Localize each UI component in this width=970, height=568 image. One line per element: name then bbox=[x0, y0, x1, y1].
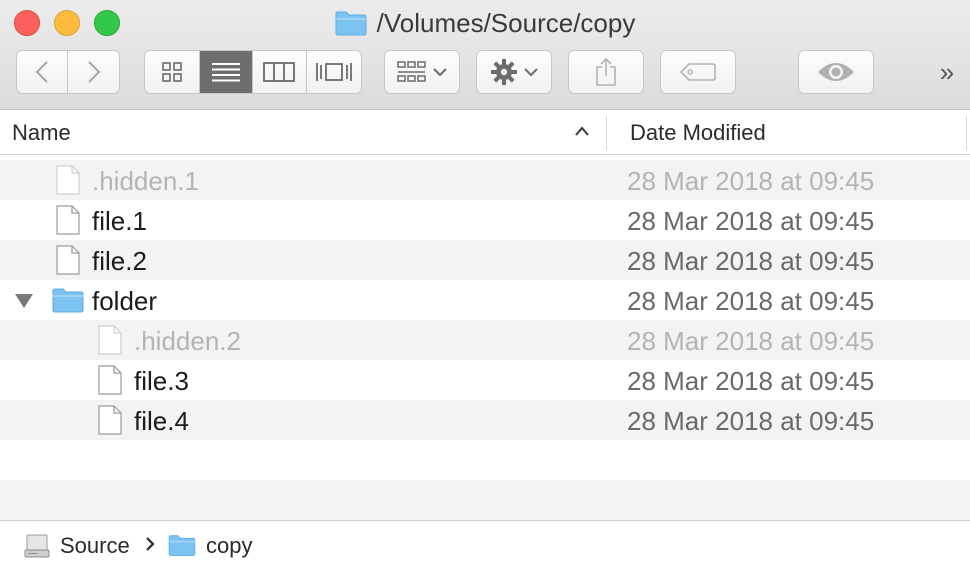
chevron-down-icon bbox=[524, 68, 538, 77]
empty-row bbox=[0, 480, 970, 520]
gear-icon bbox=[491, 59, 517, 85]
document-icon bbox=[98, 325, 122, 355]
file-date-modified: 28 Mar 2018 at 09:45 bbox=[627, 366, 875, 396]
document-icon bbox=[98, 405, 122, 435]
file-name: file.3 bbox=[134, 366, 189, 396]
file-name: file.2 bbox=[92, 246, 147, 276]
grid-icon bbox=[161, 62, 182, 82]
tag-icon bbox=[680, 63, 716, 81]
file-row[interactable]: .hidden.2 28 Mar 2018 at 09:45 bbox=[0, 320, 970, 360]
column-view-button[interactable] bbox=[253, 51, 307, 93]
date-modified-column-header[interactable]: Date Modified bbox=[630, 120, 766, 146]
file-date-modified: 28 Mar 2018 at 09:45 bbox=[627, 326, 875, 356]
file-name: .hidden.1 bbox=[92, 166, 199, 196]
document-icon bbox=[98, 365, 122, 395]
forward-button[interactable] bbox=[68, 51, 119, 93]
sort-ascending-icon bbox=[575, 126, 589, 136]
window-toolbar: /Volumes/Source/copy » bbox=[0, 0, 970, 110]
share-button[interactable] bbox=[568, 50, 644, 94]
document-icon bbox=[56, 245, 80, 275]
share-icon bbox=[596, 57, 616, 86]
window-title-bar: /Volumes/Source/copy bbox=[0, 6, 970, 40]
chevron-right-icon bbox=[87, 61, 100, 83]
action-button[interactable] bbox=[476, 50, 552, 94]
file-row[interactable]: file.1 28 Mar 2018 at 09:45 bbox=[0, 200, 970, 240]
file-row[interactable]: .hidden.1 28 Mar 2018 at 09:45 bbox=[0, 160, 970, 200]
file-date-modified: 28 Mar 2018 at 09:45 bbox=[627, 246, 875, 276]
path-item-label: Source bbox=[60, 533, 130, 558]
name-column-header[interactable]: Name bbox=[12, 120, 71, 146]
file-name: file.4 bbox=[134, 406, 189, 436]
path-item-label: copy bbox=[206, 533, 253, 558]
toolbar-overflow-button[interactable]: » bbox=[932, 57, 962, 87]
file-date-modified: 28 Mar 2018 at 09:45 bbox=[627, 166, 875, 196]
file-date-modified: 28 Mar 2018 at 09:45 bbox=[627, 286, 875, 316]
file-row[interactable]: file.3 28 Mar 2018 at 09:45 bbox=[0, 360, 970, 400]
folder-icon bbox=[335, 11, 367, 36]
column-divider[interactable] bbox=[966, 116, 967, 150]
folder-name: folder bbox=[92, 286, 158, 316]
chevron-right-icon bbox=[146, 537, 155, 551]
file-name: .hidden.2 bbox=[134, 326, 241, 356]
column-header: Name Date Modified bbox=[0, 110, 970, 155]
empty-row bbox=[0, 440, 970, 480]
list-view-button[interactable] bbox=[199, 51, 253, 93]
file-list: .hidden.1 28 Mar 2018 at 09:45 file.1 28… bbox=[0, 160, 970, 440]
drive-icon bbox=[24, 534, 50, 558]
icon-view-button[interactable] bbox=[145, 51, 200, 93]
arrange-grid-icon bbox=[397, 61, 426, 82]
document-icon bbox=[56, 205, 80, 235]
eye-icon bbox=[818, 63, 854, 81]
column-divider[interactable] bbox=[606, 116, 607, 150]
chevron-left-icon bbox=[35, 61, 48, 83]
disclosure-triangle-icon[interactable] bbox=[14, 293, 34, 309]
columns-icon bbox=[263, 62, 296, 82]
document-icon bbox=[56, 165, 80, 195]
file-name: file.1 bbox=[92, 206, 147, 236]
back-button[interactable] bbox=[17, 51, 69, 93]
folder-row[interactable]: folder 28 Mar 2018 at 09:45 bbox=[0, 280, 970, 320]
arrange-button[interactable] bbox=[384, 50, 460, 94]
cover-flow-icon bbox=[315, 63, 352, 81]
path-item-source[interactable]: Source bbox=[24, 533, 130, 559]
list-icon bbox=[211, 63, 240, 82]
file-date-modified: 28 Mar 2018 at 09:45 bbox=[627, 406, 875, 436]
folder-icon bbox=[168, 535, 196, 556]
cover-flow-view-button[interactable] bbox=[307, 51, 361, 93]
file-date-modified: 28 Mar 2018 at 09:45 bbox=[627, 206, 875, 236]
path-item-copy[interactable]: copy bbox=[168, 533, 252, 559]
view-mode-group bbox=[144, 50, 362, 94]
quick-look-button[interactable] bbox=[798, 50, 874, 94]
chevron-down-icon bbox=[433, 68, 447, 77]
path-bar: Source copy bbox=[0, 520, 970, 568]
window-title: /Volumes/Source/copy bbox=[376, 7, 636, 38]
file-row[interactable]: file.2 28 Mar 2018 at 09:45 bbox=[0, 240, 970, 280]
tags-button[interactable] bbox=[660, 50, 736, 94]
back-forward-group bbox=[16, 50, 120, 94]
file-row[interactable]: file.4 28 Mar 2018 at 09:45 bbox=[0, 400, 970, 440]
folder-icon bbox=[52, 288, 84, 313]
